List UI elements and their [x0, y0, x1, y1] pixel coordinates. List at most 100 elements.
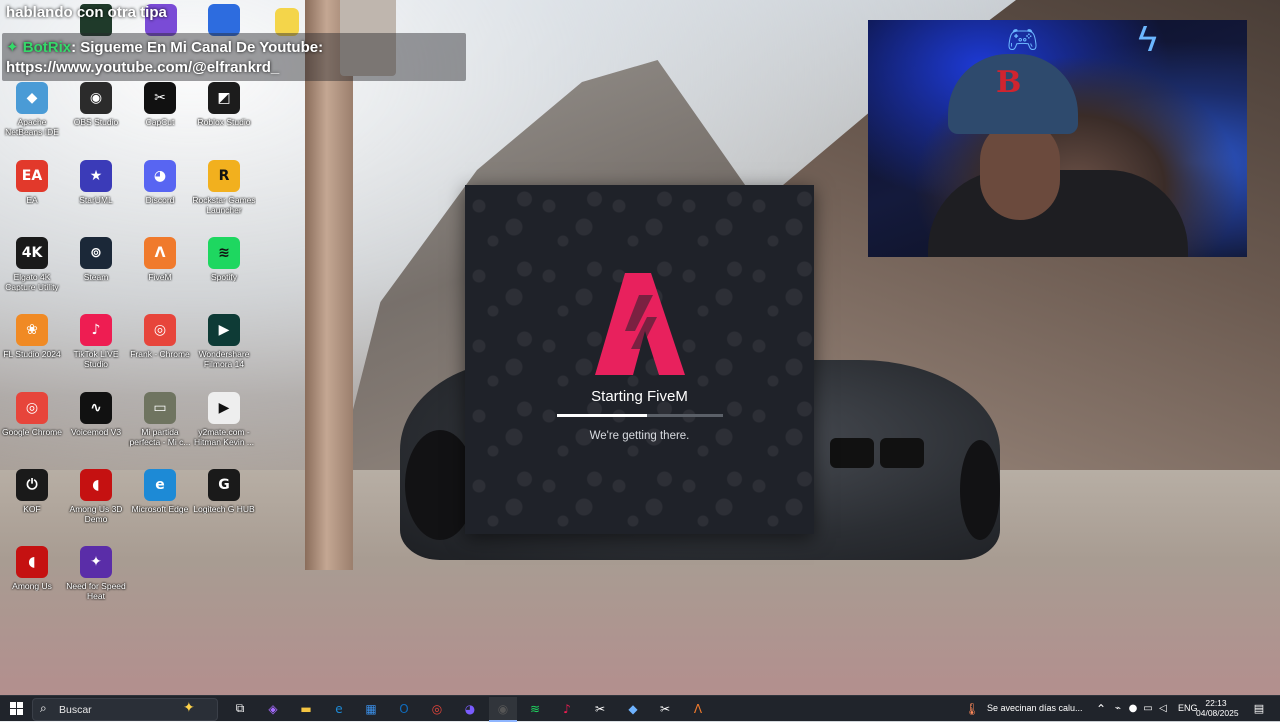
taskbar-app-button[interactable]: Λ — [684, 697, 712, 720]
chevron-up-icon[interactable]: ⌃ — [1092, 697, 1110, 720]
desktop-icon-label: Spotify — [211, 272, 237, 282]
desktop-icon[interactable]: ◖ Among Us — [0, 546, 64, 591]
desktop-icon[interactable]: 4K Elgato 4K Capture Utility — [0, 237, 64, 292]
usb-icon[interactable]: ⌁ — [1110, 697, 1126, 720]
desktop-icon-label: Logitech G HUB — [193, 504, 255, 514]
desktop-icon-label: TikTok LIVE Studio — [73, 349, 119, 369]
filmora-icon: ▶ — [208, 314, 240, 346]
microphone-icon[interactable]: ● — [1125, 697, 1141, 720]
taskbar-app-button[interactable]: ◆ — [619, 697, 647, 720]
taskbar-app-button[interactable]: ✂ — [651, 697, 679, 720]
desktop-icon[interactable]: G Logitech G HUB — [192, 469, 256, 514]
taskbar-app-button[interactable]: ◉ — [489, 697, 517, 722]
messenger-icon: ◕ — [464, 701, 476, 716]
spotify-icon: ≋ — [529, 701, 541, 716]
discord-icon: ◕ — [144, 160, 176, 192]
desktop-icon[interactable]: ⊚ Steam — [64, 237, 128, 282]
logitech-icon: G — [208, 469, 240, 501]
wallpaper-car-wheel — [960, 440, 1000, 540]
desktop-icon[interactable]: ▶ Wondershare Filmora 14 — [192, 314, 256, 369]
clock[interactable]: 22:13 04/08/2025 — [1196, 698, 1239, 718]
desktop-icon-label: Wondershare Filmora 14 — [198, 349, 250, 369]
weather-icon[interactable]: 🌡︎ — [962, 697, 982, 720]
desktop-icon[interactable]: ★ StarUML — [64, 160, 128, 205]
desktop-icon-hidden[interactable] — [275, 8, 299, 36]
taskbar-app-button[interactable]: ◎ — [423, 697, 451, 720]
launcher-progress-bar — [557, 414, 723, 417]
taskbar-search[interactable]: ⌕ ✦ — [32, 698, 218, 721]
taskbar-app-button[interactable]: e — [325, 697, 353, 720]
start-button[interactable] — [2, 697, 30, 720]
taskbar-app-button[interactable]: O — [390, 697, 418, 720]
desktop-icon[interactable]: ◎ Frank - Chrome — [128, 314, 192, 359]
taskbar-app-button[interactable]: ◈ — [259, 697, 287, 720]
desktop-icon[interactable]: Λ FiveM — [128, 237, 192, 282]
desktop-icon-label: Microsoft Edge — [131, 504, 189, 514]
among-us-icon: ◖ — [80, 469, 112, 501]
desktop-icon-label: y2mate.com - Hitman Kevin ... — [194, 427, 254, 447]
gamepad-neon-icon: 🎮︎ — [1006, 24, 1040, 54]
desktop-icon[interactable]: ◕ Discord — [128, 160, 192, 205]
capcut-icon: ✂ — [144, 82, 176, 114]
desktop-icon[interactable]: ♪ TikTok LIVE Studio — [64, 314, 128, 369]
network-icon[interactable]: ▭ — [1140, 697, 1156, 720]
desktop-icon-label: FiveM — [148, 272, 172, 282]
desktop-icon[interactable]: e Microsoft Edge — [128, 469, 192, 514]
taskbar-app-button[interactable]: ▦ — [357, 697, 385, 720]
fivem-logo-icon — [595, 273, 685, 375]
microsoft-store-icon: ▦ — [365, 701, 377, 716]
windows-logo-icon — [9, 702, 23, 715]
fivem-icon: Λ — [144, 237, 176, 269]
chrome-icon: ◎ — [431, 701, 443, 716]
volume-icon[interactable]: ◁ — [1155, 697, 1171, 720]
chat-bot-icon: ✦ — [6, 39, 19, 56]
chat-bot-message: ✦ BotRix: Sigueme En Mi Canal De Youtube… — [6, 38, 323, 56]
taskbar-app-button[interactable]: ◕ — [456, 697, 484, 720]
taskbar-app-button[interactable]: ≋ — [521, 697, 549, 720]
chrome-icon: ◎ — [144, 314, 176, 346]
desktop-icon[interactable]: ◆ Apache NetBeans IDE 24 — [0, 82, 64, 137]
desktop-icon[interactable]: R Rockstar Games Launcher — [192, 160, 256, 215]
weather-text[interactable]: Se avecinan días calu... — [987, 703, 1083, 713]
among-us-icon: ◖ — [16, 546, 48, 578]
netbeans-icon: ◆ — [16, 82, 48, 114]
desktop-icon[interactable]: ✦ Need for Speed Heat — [64, 546, 128, 601]
taskbar: ⌕ ✦ ⧉ ◈ ▬ e ▦ O ◎ ◕ ◉ ≋ ♪ ✂ ◆ ✂ Λ 🌡︎ Se avecinan días … — [0, 695, 1280, 722]
desktop-icon-label: Need for Speed Heat — [66, 581, 126, 601]
desktop-icon-label: Google Chrome — [1, 427, 62, 437]
notifications-icon[interactable]: ▤ — [1248, 697, 1270, 720]
desktop-icon[interactable]: ∿ Voicemod V3 — [64, 392, 128, 437]
search-highlight-icon: ✦ — [183, 699, 195, 715]
capcut-icon: ✂ — [594, 701, 606, 716]
obs-icon: ◉ — [80, 82, 112, 114]
launcher-title: Starting FiveM — [591, 388, 688, 405]
taskbar-app-button[interactable]: ▬ — [292, 697, 320, 720]
desktop-icon[interactable]: ▶ y2mate.com - Hitman Kevin ... — [192, 392, 256, 447]
desktop-icon[interactable]: ◉ OBS Studio — [64, 82, 128, 127]
desktop-icon[interactable]: ◖ Among Us 3D Demo — [64, 469, 128, 524]
desktop-icon-label: Roblox Studio — [197, 117, 251, 127]
desktop-icon[interactable]: ◩ Roblox Studio — [192, 82, 256, 127]
desktop-icon[interactable]: ⏻ KOF — [0, 469, 64, 514]
desktop-icon[interactable]: ◎ Google Chrome — [0, 392, 64, 437]
taskbar-app-button[interactable]: ✂ — [586, 697, 614, 720]
roblox-studio-icon: ◩ — [208, 82, 240, 114]
webcam-overlay: 🎮︎ ϟ B — [868, 20, 1247, 257]
file-explorer-icon: ▬ — [300, 701, 312, 716]
desktop-icon-label: FL Studio 2024 — [3, 349, 61, 359]
launcher-subtitle: We're getting there. — [589, 430, 690, 442]
taskbar-app-button[interactable]: ♪ — [553, 697, 581, 720]
desktop-icon-label: Apache NetBeans IDE 24 — [5, 117, 59, 137]
language-indicator[interactable]: ENG — [1178, 703, 1198, 713]
desktop-icon[interactable]: ✂ CapCut — [128, 82, 192, 127]
desktop-icon-hidden[interactable] — [208, 4, 240, 36]
taskbar-app-button[interactable]: ⧉ — [226, 697, 254, 720]
desktop-icon[interactable]: EA EA — [0, 160, 64, 205]
cap-logo-icon: B — [996, 65, 1022, 100]
desktop-icon-label: Mi partida perfecta - Mi c... — [129, 427, 191, 447]
desktop-icon-label: OBS Studio — [73, 117, 119, 127]
desktop-icon[interactable]: ≋ Spotify — [192, 237, 256, 282]
desktop-icon[interactable]: ❀ FL Studio 2024 — [0, 314, 64, 359]
taskbar-search-input[interactable] — [57, 701, 181, 719]
desktop-icon[interactable]: ▭ Mi partida perfecta - Mi c... — [128, 392, 192, 447]
